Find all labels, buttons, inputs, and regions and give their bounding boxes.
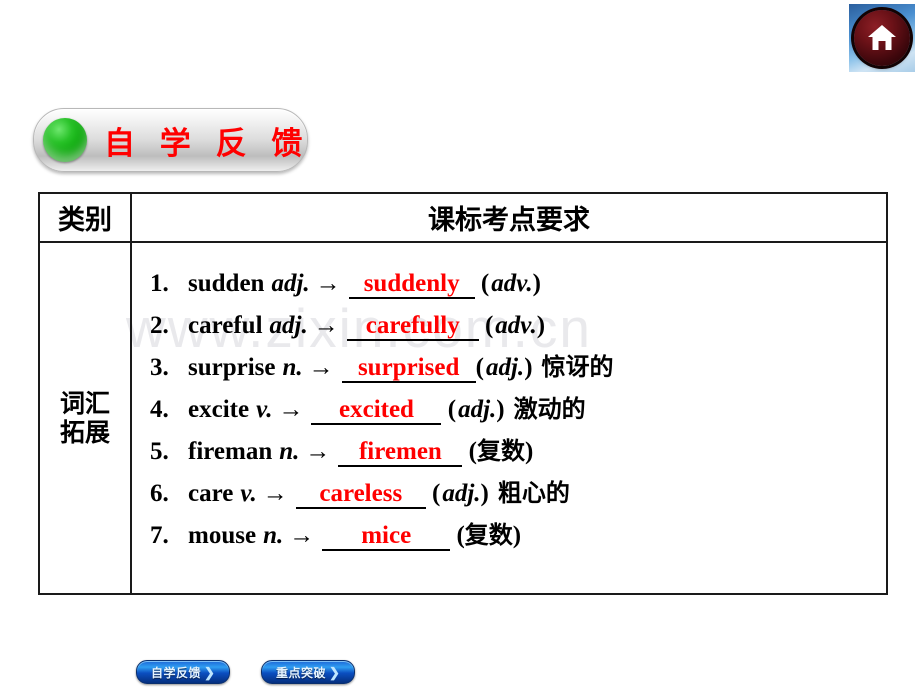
nav-button-label: 重点突破 — [276, 665, 327, 680]
word-pos-close-paren: ) — [536, 312, 546, 339]
word-answer-blank[interactable]: surprised — [341, 355, 476, 383]
word-pos-to: 复数 — [464, 521, 513, 549]
word-note: 粗心的 — [497, 479, 570, 507]
word-row: 3. surprise n. → surprised (adj.) 惊讶的 — [150, 355, 886, 397]
word-answer-blank[interactable]: firemen — [338, 439, 463, 467]
category-label-line-2: 拓展 — [59, 418, 110, 447]
word-pos-open-paren: ( — [462, 438, 477, 465]
word-pos-open-paren: ( — [474, 270, 490, 297]
word-pos-to: adj. — [458, 396, 497, 423]
word-pos-close-paren: ) — [496, 396, 505, 423]
word-base: mouse — [188, 522, 257, 549]
table-header-row: 类别 课标考点要求 — [38, 192, 888, 243]
word-pos-from: n. — [263, 522, 284, 549]
word-number: 5. — [150, 438, 169, 465]
word-number: 3. — [150, 354, 169, 381]
chevron-right-icon: ❯ — [204, 664, 215, 680]
word-base: excite — [188, 396, 250, 423]
word-number: 1. — [150, 270, 169, 297]
word-arrow: → — [313, 312, 339, 339]
word-pos-close-paren: ) — [524, 438, 534, 465]
word-number: 4. — [150, 396, 169, 423]
word-answer-blank[interactable]: careless — [295, 481, 426, 509]
word-pos-to: 复数 — [476, 437, 525, 465]
word-pos-from: n. — [279, 438, 300, 465]
word-arrow: → — [315, 270, 341, 297]
word-arrow: → — [289, 522, 315, 549]
word-number: 2. — [150, 312, 169, 339]
word-arrow: → — [278, 396, 304, 423]
word-row: 1. sudden adj. → suddenly (adv.) — [150, 271, 886, 313]
home-button[interactable] — [849, 4, 915, 72]
word-pos-to: adv. — [491, 270, 533, 297]
word-base: careful — [188, 312, 263, 339]
home-icon — [868, 25, 896, 50]
word-base: fireman — [188, 438, 273, 465]
section-title-text: 自 学 反 馈 — [104, 125, 310, 162]
word-list: 1. sudden adj. → suddenly (adv.) 2. care… — [150, 271, 886, 565]
word-answer-blank[interactable]: mice — [322, 523, 451, 551]
word-note: 激动的 — [513, 395, 586, 423]
word-pos-open-paren: ( — [441, 396, 457, 423]
word-answer-blank[interactable]: suddenly — [348, 271, 475, 299]
word-pos-from: adj. — [271, 270, 310, 297]
word-pos-close-paren: ) — [532, 270, 541, 297]
word-note: 惊讶的 — [541, 353, 614, 381]
word-pos-open-paren: ( — [475, 354, 484, 381]
word-pos-to: adj. — [442, 480, 481, 507]
word-number: 6. — [150, 480, 169, 507]
nav-button-self-study-feedback[interactable]: 自学反馈 ❯ — [136, 660, 230, 684]
word-row: 2. careful adj. → carefully (adv.) — [150, 313, 886, 355]
table-header-requirement: 课标考点要求 — [130, 192, 888, 243]
word-row: 4. excite v. → excited (adj.) 激动的 — [150, 397, 886, 439]
word-pos-close-paren: ) — [524, 354, 533, 381]
word-pos-from: v. — [256, 396, 273, 423]
word-pos-open-paren: ( — [450, 522, 465, 549]
word-pos-close-paren: ) — [480, 480, 489, 507]
word-row: 6. care v. → careless (adj.) 粗心的 — [150, 481, 886, 523]
word-arrow: → — [305, 438, 331, 465]
table-cell-word-list: 1. sudden adj. → suddenly (adv.) 2. care… — [130, 241, 888, 595]
vocabulary-table: 类别 课标考点要求 词汇 拓展 1. sudden adj. → suddenl… — [38, 192, 888, 595]
word-pos-close-paren: ) — [512, 522, 522, 549]
word-answer-blank[interactable]: carefully — [346, 313, 479, 341]
green-sphere-bullet-icon — [43, 118, 87, 162]
word-base: sudden — [188, 270, 265, 297]
word-pos-from: adj. — [269, 312, 308, 339]
word-answer-blank[interactable]: excited — [311, 397, 442, 425]
word-row: 7. mouse n. → mice (复数) — [150, 523, 886, 565]
table-cell-category-label: 词汇 拓展 — [38, 241, 132, 595]
chevron-right-icon: ❯ — [329, 664, 340, 680]
section-title-banner: 自 学 反 馈 — [33, 108, 308, 172]
nav-button-key-points[interactable]: 重点突破 ❯ — [261, 660, 355, 684]
nav-button-label: 自学反馈 — [151, 665, 202, 680]
word-number: 7. — [150, 522, 169, 549]
category-label-line-1: 词汇 — [59, 388, 110, 418]
word-row: 5. fireman n. → firemen (复数) — [150, 439, 886, 481]
word-pos-to: adj. — [485, 354, 525, 381]
word-pos-open-paren: ( — [425, 480, 441, 507]
word-pos-open-paren: ( — [478, 312, 494, 339]
word-pos-to: adv. — [495, 312, 537, 339]
word-base: surprise — [188, 354, 276, 381]
word-arrow: → — [308, 354, 334, 381]
word-pos-from: v. — [240, 480, 257, 507]
table-body-row: 词汇 拓展 1. sudden adj. → suddenly (adv.) 2… — [38, 241, 888, 595]
home-button-circle — [854, 10, 910, 66]
table-header-category: 类别 — [38, 192, 132, 243]
word-base: care — [188, 480, 234, 507]
word-arrow: → — [262, 480, 288, 507]
word-pos-from: n. — [282, 354, 303, 381]
